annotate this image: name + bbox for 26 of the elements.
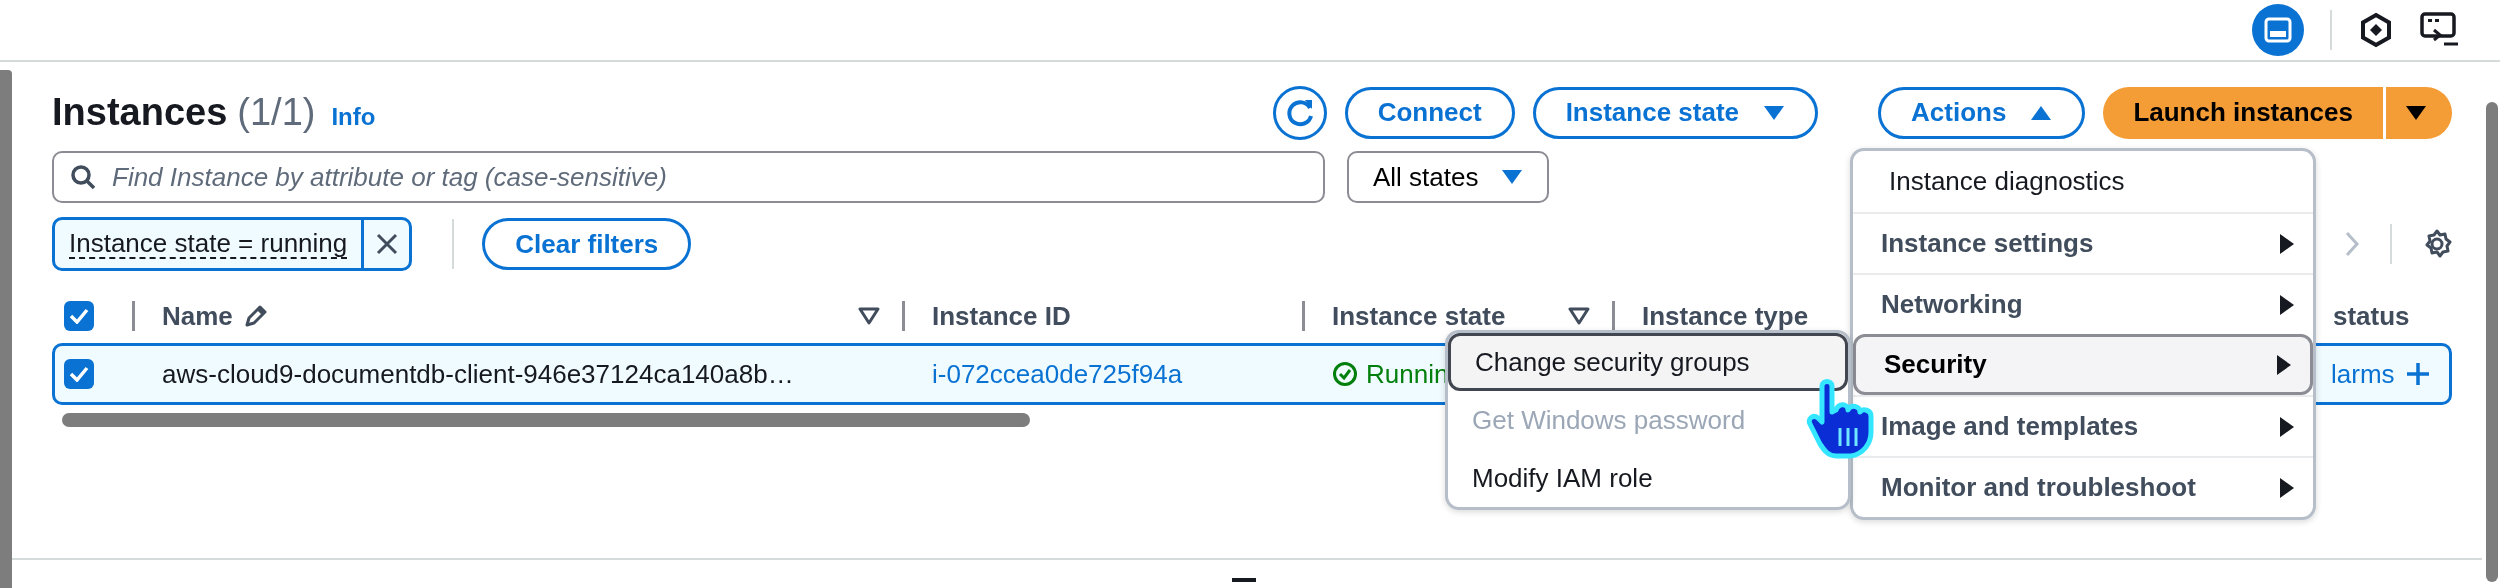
search-field[interactable]: Find Instance by attribute or tag (case-sensitive) (52, 151, 1325, 203)
menu-item[interactable]: Instance diagnostics (1853, 151, 2313, 212)
launch-button[interactable]: Launch instances (2103, 86, 2383, 139)
column-header[interactable]: Name (162, 296, 233, 336)
column-header[interactable]: Instance state (1332, 296, 1506, 336)
state-select[interactable]: All states (1347, 151, 1549, 203)
menu-item[interactable]: Instance settings (1853, 212, 2313, 273)
menu-item: Get Windows password (1471, 403, 1747, 437)
filter-token-label: Instance state = running (69, 228, 348, 260)
instance-id-link[interactable]: i-072ccea0de725f94a (932, 358, 1183, 389)
connect-button[interactable]: Connect (1344, 86, 1515, 139)
alarms-link[interactable]: larms (2331, 354, 2395, 394)
menu-item[interactable]: Modify IAM role (1448, 449, 1848, 507)
instance-count: (1/1) (237, 90, 316, 135)
menu-item[interactable]: Change security groups (1448, 333, 1848, 391)
menu-item[interactable]: Monitor and troubleshoot (1853, 456, 2313, 517)
clear-filters-button[interactable]: Clear filters (482, 218, 692, 270)
table-cell: aws-cloud9-documentdb-client-946e37124ca140a8b… (162, 358, 794, 389)
page-title: Instances (52, 90, 228, 135)
info-link[interactable]: Info (331, 99, 376, 135)
dropdown-button[interactable]: Actions (1878, 86, 2086, 139)
search-input[interactable]: Find Instance by attribute or tag (case-sensitive) (110, 156, 1307, 198)
dropdown-button[interactable]: Instance state (1532, 86, 1819, 139)
column-header[interactable]: status (2333, 296, 2410, 336)
column-header[interactable]: Instance ID (932, 296, 1071, 336)
menu-item[interactable]: Security (1853, 334, 2313, 395)
